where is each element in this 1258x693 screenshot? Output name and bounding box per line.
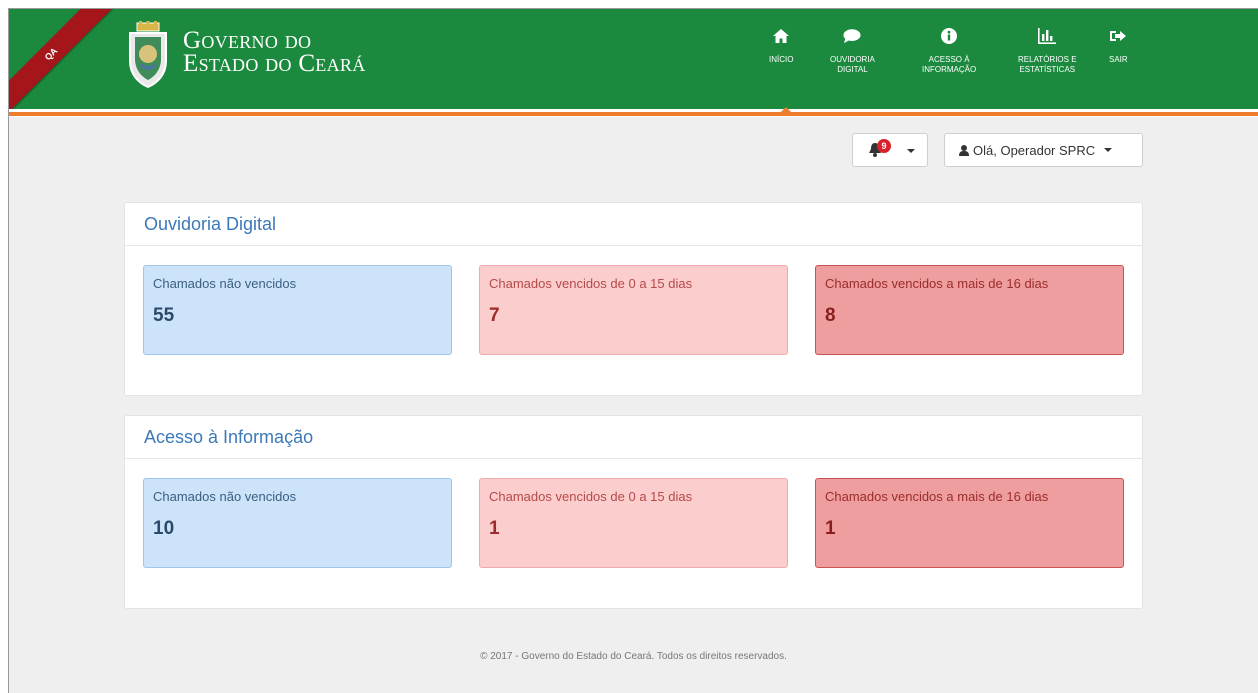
card-title: Chamados vencidos de 0 a 15 dias <box>489 489 693 504</box>
panel-ouvidoria-digital: Ouvidoria Digital Chamados não vencidos … <box>124 202 1143 396</box>
card-vencidos-0-15[interactable]: Chamados vencidos de 0 a 15 dias 7 <box>479 265 788 355</box>
home-icon <box>772 27 790 45</box>
nav-label: Relatórios e Estatísticas <box>1018 55 1077 74</box>
user-icon <box>959 144 969 156</box>
user-menu-dropdown[interactable]: Olá, Operador SPRC <box>944 133 1143 167</box>
card-vencidos-0-15[interactable]: Chamados vencidos de 0 a 15 dias 1 <box>479 478 788 568</box>
user-greeting: Olá, Operador SPRC <box>973 142 1096 158</box>
card-title: Chamados não vencidos <box>153 489 297 504</box>
card-title: Chamados não vencidos <box>153 276 297 291</box>
nav-item-relatorios-estatisticas[interactable]: Relatórios e Estatísticas <box>1018 27 1077 75</box>
header-divider <box>9 109 1258 117</box>
notification-count-badge: 9 <box>877 139 891 153</box>
chevron-down-icon <box>1104 148 1113 152</box>
card-vencidos-mais-16[interactable]: Chamados vencidos a mais de 16 dias 8 <box>815 265 1124 355</box>
brand-line-2: Estado do Ceará <box>183 50 366 77</box>
card-chamados-nao-vencidos[interactable]: Chamados não vencidos 10 <box>143 478 452 568</box>
state-coat-of-arms-logo[interactable] <box>127 21 169 89</box>
bar-chart-icon <box>1038 27 1057 45</box>
nav-label: Ouvidoria Digital <box>830 55 875 74</box>
nav-label: Sair <box>1109 55 1128 64</box>
nav-item-inicio[interactable]: Início <box>769 27 793 65</box>
card-value: 55 <box>153 305 175 326</box>
card-chamados-nao-vencidos[interactable]: Chamados não vencidos 55 <box>143 265 452 355</box>
panel-title: Ouvidoria Digital <box>125 203 1142 246</box>
card-title: Chamados vencidos de 0 a 15 dias <box>489 276 693 291</box>
panel-title: Acesso à Informação <box>125 416 1142 459</box>
environment-ribbon: QA <box>9 9 116 119</box>
nav-item-sair[interactable]: Sair <box>1109 27 1128 65</box>
nav-item-acesso-informacao[interactable]: Acesso à Informação <box>922 27 976 75</box>
footer-copyright: © 2017 - Governo do Estado do Ceará. Tod… <box>480 651 787 662</box>
card-title: Chamados vencidos a mais de 16 dias <box>825 276 1049 291</box>
active-nav-indicator <box>777 107 795 116</box>
nav-label: Acesso à Informação <box>922 55 977 74</box>
brand-title[interactable]: Governo do Estado do Ceará <box>183 28 366 77</box>
card-value: 8 <box>825 305 836 326</box>
sign-out-icon <box>1109 27 1127 45</box>
header-bar: QA Governo do Estado do Ceará Início <box>9 9 1258 119</box>
card-value: 1 <box>489 518 500 539</box>
chevron-down-icon <box>907 149 915 153</box>
info-icon <box>940 27 958 45</box>
card-vencidos-mais-16[interactable]: Chamados vencidos a mais de 16 dias 1 <box>815 478 1124 568</box>
panel-acesso-informacao: Acesso à Informação Chamados não vencido… <box>124 415 1143 609</box>
nav-label: Início <box>769 55 794 64</box>
nav-item-ouvidoria-digital[interactable]: Ouvidoria Digital <box>830 27 875 75</box>
card-value: 10 <box>153 518 175 539</box>
notifications-dropdown[interactable]: 9 <box>852 133 928 167</box>
comment-icon <box>843 27 862 45</box>
card-value: 7 <box>489 305 500 326</box>
app-window: QA Governo do Estado do Ceará Início <box>8 8 1258 693</box>
card-title: Chamados vencidos a mais de 16 dias <box>825 489 1049 504</box>
card-value: 1 <box>825 518 836 539</box>
